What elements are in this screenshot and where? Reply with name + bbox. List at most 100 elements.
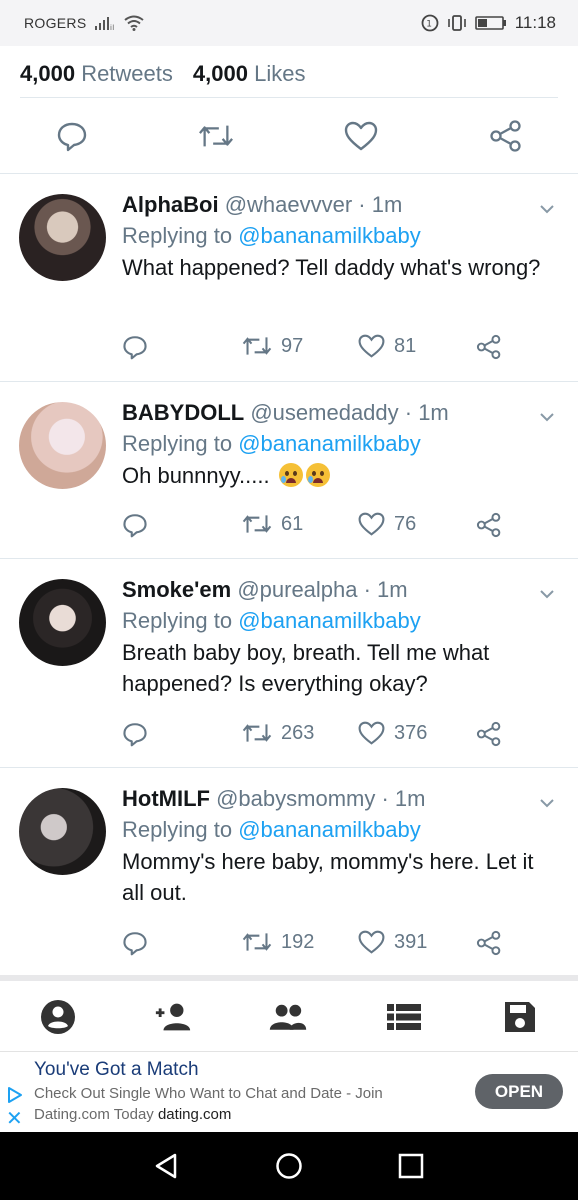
ad-description-row: Check Out Single Who Want to Chat and Da… xyxy=(34,1083,434,1125)
display-name[interactable]: BABYDOLL xyxy=(122,400,244,425)
chevron-down-icon[interactable] xyxy=(538,794,556,812)
people-icon xyxy=(269,1004,307,1030)
retweet-count: 192 xyxy=(281,930,315,953)
share-icon xyxy=(476,930,501,956)
retweet-button[interactable]: 263 xyxy=(242,721,314,745)
ad-domain: dating.com xyxy=(157,1106,232,1123)
replying-to-handle[interactable]: @bananamilkbaby xyxy=(238,223,421,248)
like-button[interactable]: 391 xyxy=(358,930,427,954)
home-button[interactable] xyxy=(275,1152,303,1180)
close-icon[interactable]: ✕ xyxy=(6,1109,23,1129)
nav-lists-button[interactable] xyxy=(384,997,424,1037)
reply-button[interactable] xyxy=(54,118,90,154)
nav-saved-button[interactable] xyxy=(500,997,540,1037)
display-name[interactable]: Smoke'em xyxy=(122,577,231,602)
tweet-text: What happened? Tell daddy what's wrong? xyxy=(122,255,541,280)
avatar[interactable] xyxy=(19,194,106,281)
reply-icon xyxy=(123,723,147,747)
back-button[interactable] xyxy=(152,1152,180,1180)
share-button[interactable] xyxy=(476,512,502,538)
chevron-down-icon[interactable] xyxy=(538,200,556,218)
like-button[interactable]: 376 xyxy=(358,721,427,745)
chevron-down-icon[interactable] xyxy=(538,585,556,603)
nav-following-button[interactable] xyxy=(153,997,193,1037)
likes-count: 4,000 xyxy=(192,60,248,86)
handle-time: @purealpha · 1m xyxy=(237,577,408,602)
retweets-stat[interactable]: 4,000 Retweets xyxy=(20,61,173,87)
reply-item[interactable]: Smoke'em @purealpha · 1m Replying to @ba… xyxy=(0,559,578,768)
reply-icon xyxy=(123,514,147,538)
retweet-icon xyxy=(242,337,272,355)
handle-time: @whaevvver · 1m xyxy=(224,192,403,217)
like-count: 81 xyxy=(394,334,417,357)
avatar[interactable] xyxy=(19,402,106,489)
svg-text:1: 1 xyxy=(426,20,432,30)
retweet-button[interactable] xyxy=(198,118,234,154)
vibrate-icon xyxy=(447,14,467,32)
reply-item[interactable]: HotMILF @babysmommy · 1m Replying to @ba… xyxy=(0,768,578,975)
ad-choices-icon[interactable] xyxy=(6,1086,24,1104)
list-icon xyxy=(387,1004,421,1030)
ad-open-button[interactable]: OPEN xyxy=(475,1074,563,1109)
heart-icon xyxy=(344,121,378,151)
avatar[interactable] xyxy=(19,579,106,666)
retweet-button[interactable]: 61 xyxy=(242,512,303,536)
share-button[interactable] xyxy=(488,118,524,154)
ad-banner[interactable]: You've Got a Match Check Out Single Who … xyxy=(0,1051,578,1132)
replying-to-handle[interactable]: @bananamilkbaby xyxy=(238,608,421,633)
reply-icon xyxy=(123,336,147,360)
reply-icon xyxy=(123,932,147,956)
battery-icon xyxy=(474,15,507,31)
crying-face-emoji-icon xyxy=(305,463,330,487)
replying-to-label: Replying to xyxy=(122,817,233,842)
retweet-button[interactable]: 192 xyxy=(242,930,314,954)
ad-title[interactable]: You've Got a Match xyxy=(34,1059,199,1081)
replying-to-handle[interactable]: @bananamilkbaby xyxy=(238,817,421,842)
share-button[interactable] xyxy=(476,930,502,956)
like-button[interactable] xyxy=(343,118,379,154)
avatar[interactable] xyxy=(19,788,106,875)
clock: 11:18 xyxy=(514,13,556,32)
reply-item[interactable]: AlphaBoi @whaevvver · 1m Replying to @ba… xyxy=(0,174,578,382)
like-count: 76 xyxy=(394,512,417,535)
chevron-down-icon[interactable] xyxy=(538,408,556,426)
bottom-nav xyxy=(0,981,578,1051)
crying-face-emoji-icon xyxy=(278,463,303,487)
retweet-button[interactable]: 97 xyxy=(242,334,303,358)
likes-stat[interactable]: 4,000 Likes xyxy=(193,61,306,87)
like-count: 391 xyxy=(394,930,428,953)
like-button[interactable]: 76 xyxy=(358,512,416,536)
reply-button[interactable] xyxy=(122,930,148,956)
replying-to-handle[interactable]: @bananamilkbaby xyxy=(238,431,421,456)
nav-profile-button[interactable] xyxy=(38,997,78,1037)
tweet-text: Breath baby boy, breath. Tell me what ha… xyxy=(122,640,490,696)
like-count: 376 xyxy=(394,721,428,744)
recents-square-icon xyxy=(398,1153,424,1179)
signal-icon: il xyxy=(94,15,116,31)
share-button[interactable] xyxy=(476,721,502,747)
home-circle-icon xyxy=(276,1153,302,1179)
retweets-label: Retweets xyxy=(81,60,173,86)
reply-item[interactable]: BABYDOLL @usemedaddy · 1m Replying to @b… xyxy=(0,382,578,559)
reply-button[interactable] xyxy=(122,334,148,360)
share-icon xyxy=(490,120,521,152)
like-button[interactable]: 81 xyxy=(358,334,416,358)
display-name[interactable]: HotMILF xyxy=(122,786,210,811)
recents-button[interactable] xyxy=(397,1152,425,1180)
likes-label: Likes xyxy=(254,60,306,86)
reply-button[interactable] xyxy=(122,512,148,538)
share-icon xyxy=(476,512,501,538)
tweet-text: Oh bunnnyy..... xyxy=(122,463,270,488)
heart-icon xyxy=(358,512,385,536)
nav-followers-button[interactable] xyxy=(268,997,308,1037)
display-name[interactable]: AlphaBoi xyxy=(122,192,219,217)
share-button[interactable] xyxy=(476,334,502,360)
replying-to-label: Replying to xyxy=(122,431,233,456)
tweet-action-bar xyxy=(0,100,578,174)
reply-button[interactable] xyxy=(122,721,148,747)
replying-to-label: Replying to xyxy=(122,223,233,248)
heart-icon xyxy=(358,334,385,358)
heart-icon xyxy=(358,930,385,954)
data-saver-icon: 1 xyxy=(421,14,439,32)
back-triangle-icon xyxy=(155,1153,177,1179)
